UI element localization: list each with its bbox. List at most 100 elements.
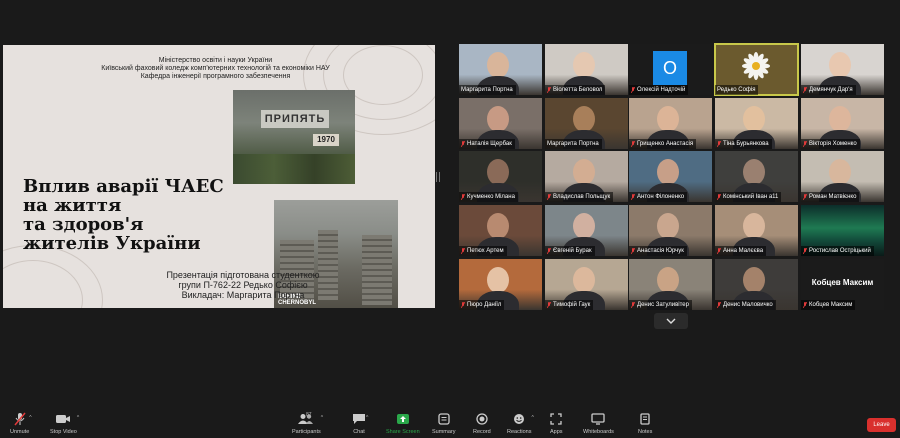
participant-tile[interactable]: Кучменко Мілана xyxy=(459,151,542,202)
participant-name: Петюх Артем xyxy=(467,248,504,254)
mic-muted-icon xyxy=(631,248,635,254)
participant-tile[interactable]: Денис Маловичко xyxy=(715,259,798,310)
participant-tile[interactable]: Маргарита Портна xyxy=(545,98,628,149)
participant-name: Наталія Щербак xyxy=(467,141,512,147)
share-screen-icon xyxy=(396,412,410,426)
mic-muted-icon xyxy=(547,302,551,308)
mic-muted-icon xyxy=(631,194,635,200)
participant-tile[interactable]: Грищенко Анастасія xyxy=(629,98,712,149)
mic-muted-icon xyxy=(803,87,807,93)
leave-button[interactable]: Leave xyxy=(867,418,896,432)
participant-tile[interactable]: Тіна Бурьянкова xyxy=(715,98,798,149)
participant-tile[interactable]: Антон Філоненко xyxy=(629,151,712,202)
apps-button[interactable]: Apps xyxy=(550,412,563,435)
participant-face xyxy=(657,213,679,239)
pripyat-sign-photo: ПРИПЯТЬ 1970 xyxy=(233,90,355,184)
stop-video-button[interactable]: ^ Stop Video xyxy=(50,412,79,435)
mic-muted-icon xyxy=(717,248,721,254)
participants-button[interactable]: 87 ^ Participants xyxy=(292,412,323,435)
participant-tile[interactable]: Вікторія Хоменко xyxy=(801,98,884,149)
participant-tile[interactable]: Владислав Польщук xyxy=(545,151,628,202)
unmute-button[interactable]: ^ Unmute xyxy=(10,412,32,435)
participant-tile[interactable]: O Олексій Надточій xyxy=(629,44,712,95)
participant-name: Євгеній Бурак xyxy=(553,248,592,254)
mic-muted-icon xyxy=(803,302,807,308)
participant-face xyxy=(573,52,595,78)
participant-tile[interactable]: Анна Малєєва xyxy=(715,205,798,256)
meeting-toolbar: ^ Unmute ^ Stop Video 87 ^ Participants … xyxy=(0,408,900,438)
participant-tile[interactable]: Євгеній Бурак xyxy=(545,205,628,256)
reactions-label: Reactions xyxy=(507,429,532,435)
participant-tile[interactable]: Демянчук Дар'я xyxy=(801,44,884,95)
mic-muted-icon xyxy=(461,141,465,147)
author-line: Презентація підготована студенткою xyxy=(166,270,320,280)
daisy-avatar-icon xyxy=(742,52,770,80)
participant-face xyxy=(573,213,595,239)
caret-up-icon[interactable]: ^ xyxy=(321,415,323,421)
participant-name: Денис Затуливітер xyxy=(637,302,689,308)
summary-label: Summary xyxy=(432,429,456,435)
mic-muted-icon xyxy=(631,302,635,308)
stop-video-label: Stop Video xyxy=(50,429,77,435)
trees xyxy=(233,154,355,184)
participant-name: Тимофій Гаук xyxy=(553,302,591,308)
summary-button[interactable]: Summary xyxy=(432,412,456,435)
caret-up-icon[interactable]: ^ xyxy=(29,415,31,421)
participant-name: Редько Софія xyxy=(717,87,756,93)
participant-name: Пюро Даніїл xyxy=(467,302,502,308)
whiteboards-button[interactable]: Whiteboards xyxy=(583,412,614,435)
mic-muted-icon xyxy=(547,248,551,254)
caret-up-icon[interactable]: ^ xyxy=(77,415,79,421)
caret-up-icon[interactable]: ^ xyxy=(366,415,368,421)
share-screen-button[interactable]: Share Screen xyxy=(386,412,420,435)
participant-tile[interactable]: Тимофій Гаук xyxy=(545,259,628,310)
participant-tile[interactable]: Пюро Даніїл xyxy=(459,259,542,310)
participant-name: Олексій Надточій xyxy=(637,87,686,93)
participant-tile[interactable]: Редько Софія xyxy=(714,43,799,96)
participant-name-tag: Олексій Надточій xyxy=(629,85,689,95)
record-icon xyxy=(476,412,488,426)
building xyxy=(362,235,392,305)
participant-name-tag: Тіна Бурьянкова xyxy=(715,139,772,149)
notes-button[interactable]: Notes xyxy=(638,412,652,435)
mic-muted-icon xyxy=(717,302,721,308)
participant-name: Комінський Іван а11 xyxy=(723,194,779,200)
participant-tile[interactable]: Маргарита Портна xyxy=(459,44,542,95)
title-line: жителів України xyxy=(23,233,201,254)
whiteboard-icon xyxy=(591,412,606,426)
share-screen-label: Share Screen xyxy=(386,429,420,435)
slide-title: Вплив аварії ЧАЕС на життя та здоров'я ж… xyxy=(23,177,233,253)
participant-tile[interactable]: Денис Затуливітер xyxy=(629,259,712,310)
chat-button[interactable]: ^ Chat xyxy=(352,412,368,435)
participant-name: Анна Малєєва xyxy=(723,248,764,254)
record-button[interactable]: Record xyxy=(473,412,491,435)
record-label: Record xyxy=(473,429,491,435)
participant-name-tag: Антон Філоненко xyxy=(629,192,688,202)
participant-tile[interactable]: Наталія Щербак xyxy=(459,98,542,149)
pripyat-year-text: 1970 xyxy=(313,134,339,146)
reactions-button[interactable]: ^ Reactions xyxy=(507,412,534,435)
participant-name: Кобцев Максим xyxy=(809,302,853,308)
mic-muted-icon xyxy=(631,87,635,93)
participant-tile[interactable]: Віолетта Беловол xyxy=(545,44,628,95)
chat-label: Chat xyxy=(353,429,365,435)
participant-face xyxy=(487,52,509,78)
participant-face xyxy=(829,106,851,132)
participant-face xyxy=(829,159,851,185)
mic-muted-icon xyxy=(547,87,551,93)
participant-tile[interactable]: Петюх Артем xyxy=(459,205,542,256)
participant-face xyxy=(743,267,765,293)
mic-muted-icon xyxy=(803,248,807,254)
participant-tile[interactable]: Кобцев Максим Кобцев Максим xyxy=(801,259,884,310)
participant-face xyxy=(573,106,595,132)
participant-tile[interactable]: Анастасія Юрчук xyxy=(629,205,712,256)
caret-up-icon[interactable]: ^ xyxy=(531,415,533,421)
splitter-handle[interactable] xyxy=(436,172,440,182)
participant-face xyxy=(487,106,509,132)
apps-icon xyxy=(550,412,562,426)
mic-muted-icon xyxy=(461,194,465,200)
participant-tile[interactable]: Роман Матвієнко xyxy=(801,151,884,202)
participant-tile[interactable]: Ростислав Остріцький xyxy=(801,205,884,256)
participant-tile[interactable]: Комінський Іван а11 xyxy=(715,151,798,202)
gallery-next-page-button[interactable] xyxy=(654,313,688,329)
